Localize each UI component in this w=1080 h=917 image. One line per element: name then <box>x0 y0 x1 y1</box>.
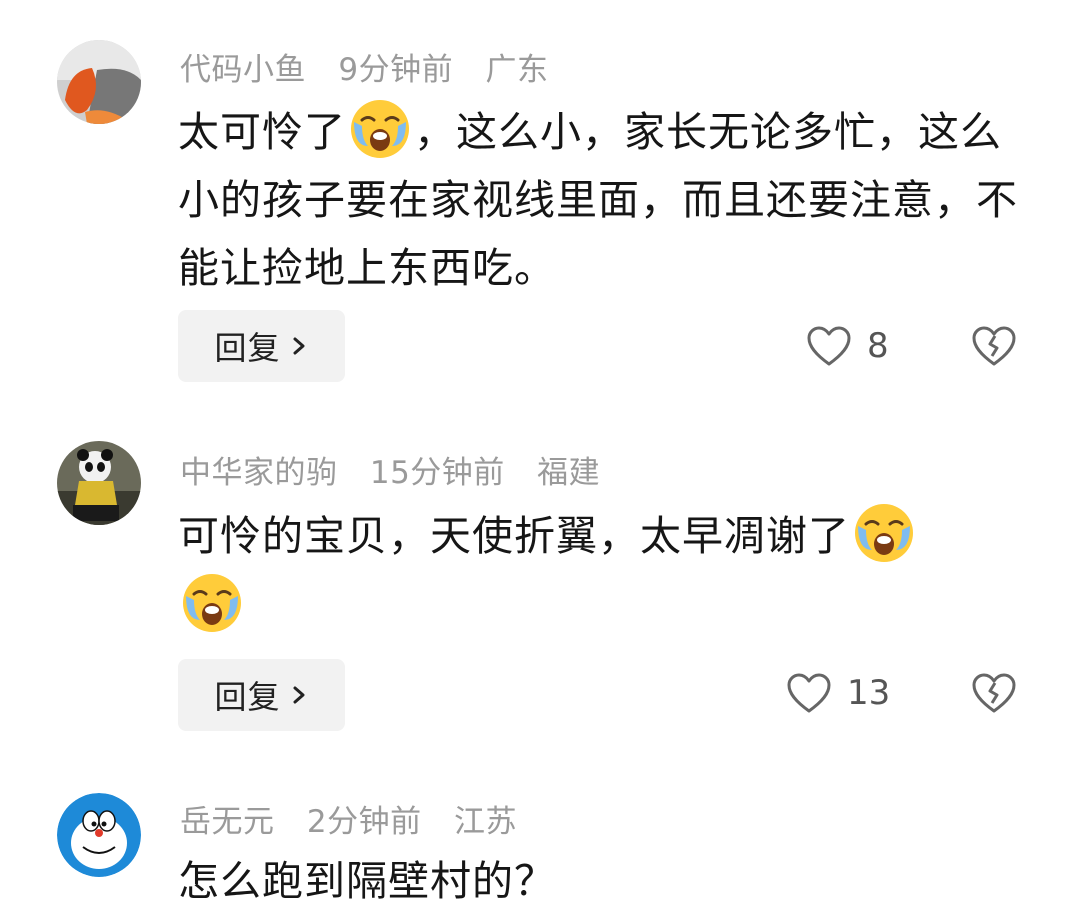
username[interactable]: 代码小鱼 <box>180 52 306 88</box>
location: 广东 <box>485 52 549 88</box>
location: 江苏 <box>453 804 517 840</box>
timestamp: 9分钟前 <box>338 52 454 88</box>
timestamp: 15分钟前 <box>369 455 505 491</box>
comment-meta: 中华家的驹 15分钟前 福建 <box>180 447 622 492</box>
crying-face-emoji-icon <box>852 500 916 564</box>
crying-face-emoji-icon <box>180 570 244 634</box>
comment-text: 太可怜了 ，这么小，家长无论多忙，这么小的孩子要在家视线里面，而且还要注意，不能让… <box>178 96 1028 302</box>
location: 福建 <box>537 455 601 491</box>
comment-text: 怎么跑到隔壁村的？ <box>178 857 556 905</box>
like-button[interactable]: 13 <box>785 671 890 715</box>
heart-outline-icon <box>805 324 853 368</box>
chevron-right-icon <box>289 336 309 356</box>
like-button[interactable]: 8 <box>805 324 889 368</box>
broken-heart-icon[interactable] <box>970 324 1018 368</box>
broken-heart-icon[interactable] <box>970 671 1018 715</box>
chevron-right-icon <box>289 685 309 705</box>
reply-button[interactable]: 回复 <box>178 659 345 731</box>
panda-avatar-icon <box>57 441 141 525</box>
username[interactable]: 岳无元 <box>180 804 275 840</box>
user-avatar[interactable] <box>57 40 141 124</box>
username[interactable]: 中华家的驹 <box>180 455 338 491</box>
like-count: 8 <box>867 326 889 366</box>
comment-meta: 岳无元 2分钟前 江苏 <box>180 796 539 841</box>
crying-face-emoji-icon <box>348 96 412 160</box>
timestamp: 2分钟前 <box>306 804 422 840</box>
like-count: 13 <box>847 673 891 713</box>
reply-button[interactable]: 回复 <box>178 310 345 382</box>
heart-outline-icon <box>785 671 833 715</box>
user-avatar[interactable] <box>57 793 141 877</box>
doraemon-avatar-icon <box>57 793 141 877</box>
autumn-leaf-avatar-icon <box>57 40 141 124</box>
comment-text: 可怜的宝贝，天使折翼，太早凋谢了 <box>178 500 1028 640</box>
user-avatar[interactable] <box>57 441 141 525</box>
comment-meta: 代码小鱼 9分钟前 广东 <box>180 44 570 89</box>
